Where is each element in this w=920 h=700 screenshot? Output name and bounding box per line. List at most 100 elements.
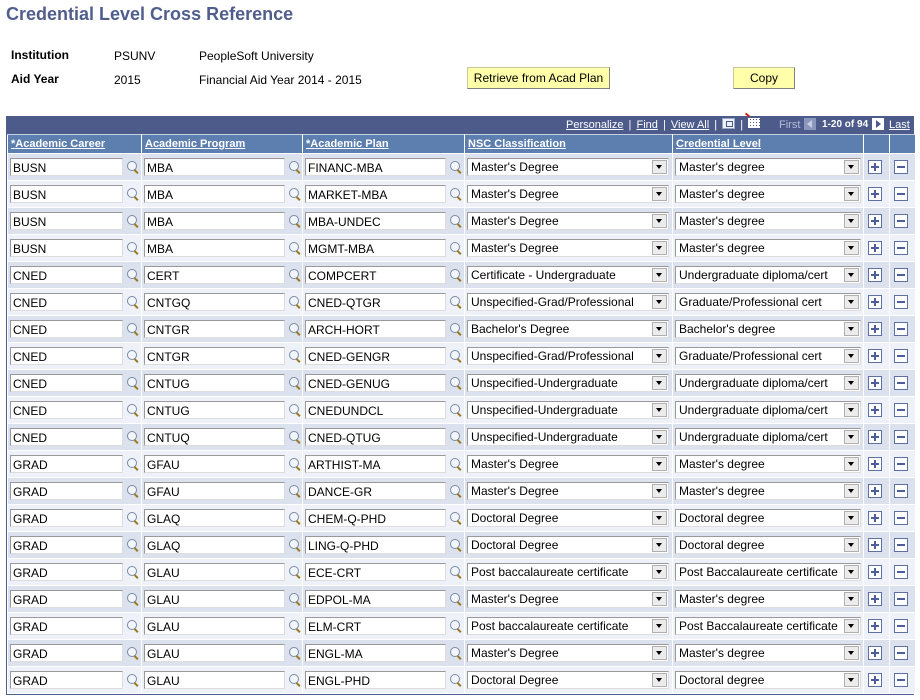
add-row-plus-icon[interactable] [868,403,882,418]
add-row-plus-icon[interactable] [868,565,882,580]
nsc-classification-select[interactable]: Doctoral Degree [467,671,669,689]
academic-plan-input[interactable]: LING-Q-PHD [305,536,446,554]
academic-plan-lookup-icon[interactable] [449,349,464,364]
add-row-plus-icon[interactable] [868,268,882,283]
delete-row-minus-icon[interactable] [894,349,908,364]
credential-level-select[interactable]: Undergraduate diploma/cert [675,374,861,392]
dropdown-arrow-icon[interactable] [844,322,859,336]
dropdown-arrow-icon[interactable] [652,322,667,336]
credential-level-select[interactable]: Doctoral degree [675,536,861,554]
academic-program-lookup-icon[interactable] [288,349,303,364]
nsc-classification-select[interactable]: Unspecified-Grad/Professional [467,293,669,311]
academic-program-input[interactable]: GFAU [144,482,285,500]
academic-program-lookup-icon[interactable] [288,214,303,229]
academic-program-lookup-icon[interactable] [288,403,303,418]
dropdown-arrow-icon[interactable] [652,214,667,228]
academic-program-input[interactable]: CERT [144,266,285,284]
delete-row-minus-icon[interactable] [894,241,908,256]
dropdown-arrow-icon[interactable] [652,538,667,552]
academic-career-input[interactable]: CNED [10,347,123,365]
credential-level-select[interactable]: Master's degree [675,239,861,257]
academic-program-input[interactable]: MBA [144,158,285,176]
academic-career-lookup-icon[interactable] [126,241,141,256]
add-row-plus-icon[interactable] [868,187,882,202]
academic-career-lookup-icon[interactable] [126,619,141,634]
col-header-academic-program[interactable]: Academic Program [141,134,303,154]
credential-level-select[interactable]: Graduate/Professional cert [675,293,861,311]
academic-plan-lookup-icon[interactable] [449,484,464,499]
nsc-classification-select[interactable]: Unspecified-Undergraduate [467,374,669,392]
academic-program-lookup-icon[interactable] [288,673,303,688]
academic-career-input[interactable]: CNED [10,401,123,419]
academic-program-lookup-icon[interactable] [288,322,303,337]
academic-career-lookup-icon[interactable] [126,646,141,661]
dropdown-arrow-icon[interactable] [652,646,667,660]
dropdown-arrow-icon[interactable] [652,295,667,309]
academic-plan-input[interactable]: CHEM-Q-PHD [305,509,446,527]
academic-career-lookup-icon[interactable] [126,538,141,553]
academic-program-lookup-icon[interactable] [288,619,303,634]
academic-program-lookup-icon[interactable] [288,511,303,526]
academic-career-lookup-icon[interactable] [126,376,141,391]
dropdown-arrow-icon[interactable] [652,673,667,687]
academic-program-input[interactable]: GLAU [144,644,285,662]
academic-plan-sort-link[interactable]: *Academic Plan [306,138,389,150]
academic-career-input[interactable]: BUSN [10,212,123,230]
nsc-classification-select[interactable]: Master's Degree [467,185,669,203]
academic-plan-lookup-icon[interactable] [449,160,464,175]
academic-plan-input[interactable]: MGMT-MBA [305,239,446,257]
academic-career-lookup-icon[interactable] [126,349,141,364]
add-row-plus-icon[interactable] [868,376,882,391]
academic-plan-input[interactable]: COMPCERT [305,266,446,284]
dropdown-arrow-icon[interactable] [652,484,667,498]
view-all-link[interactable]: View All [671,119,709,131]
dropdown-arrow-icon[interactable] [652,268,667,282]
dropdown-arrow-icon[interactable] [652,160,667,174]
credential-level-select[interactable]: Master's degree [675,644,861,662]
academic-program-input[interactable]: CNTGR [144,320,285,338]
academic-plan-input[interactable]: ARTHIST-MA [305,455,446,473]
academic-program-input[interactable]: CNTUG [144,401,285,419]
academic-plan-input[interactable]: CNED-QTGR [305,293,446,311]
credential-level-sort-link[interactable]: Credential Level [676,138,761,150]
academic-plan-input[interactable]: MBA-UNDEC [305,212,446,230]
dropdown-arrow-icon[interactable] [844,376,859,390]
dropdown-arrow-icon[interactable] [652,511,667,525]
academic-career-input[interactable]: GRAD [10,563,123,581]
academic-plan-input[interactable]: ENGL-PHD [305,671,446,689]
delete-row-minus-icon[interactable] [894,322,908,337]
delete-row-minus-icon[interactable] [894,403,908,418]
academic-career-input[interactable]: GRAD [10,617,123,635]
nsc-classification-select[interactable]: Master's Degree [467,590,669,608]
academic-career-input[interactable]: GRAD [10,482,123,500]
academic-career-input[interactable]: GRAD [10,509,123,527]
delete-row-minus-icon[interactable] [894,646,908,661]
academic-career-sort-link[interactable]: *Academic Career [11,138,105,150]
dropdown-arrow-icon[interactable] [844,538,859,552]
nsc-classification-select[interactable]: Bachelor's Degree [467,320,669,338]
credential-level-select[interactable]: Master's degree [675,158,861,176]
academic-career-lookup-icon[interactable] [126,295,141,310]
nsc-classification-select[interactable]: Master's Degree [467,158,669,176]
academic-career-input[interactable]: GRAD [10,536,123,554]
add-row-plus-icon[interactable] [868,322,882,337]
dropdown-arrow-icon[interactable] [844,295,859,309]
academic-career-input[interactable]: CNED [10,266,123,284]
dropdown-arrow-icon[interactable] [844,214,859,228]
dropdown-arrow-icon[interactable] [844,241,859,255]
credential-level-select[interactable]: Master's degree [675,212,861,230]
dropdown-arrow-icon[interactable] [844,430,859,444]
add-row-plus-icon[interactable] [868,646,882,661]
academic-plan-lookup-icon[interactable] [449,403,464,418]
academic-plan-input[interactable]: ECE-CRT [305,563,446,581]
academic-career-lookup-icon[interactable] [126,160,141,175]
delete-row-minus-icon[interactable] [894,295,908,310]
dropdown-arrow-icon[interactable] [844,160,859,174]
academic-program-lookup-icon[interactable] [288,646,303,661]
academic-career-lookup-icon[interactable] [126,511,141,526]
add-row-plus-icon[interactable] [868,295,882,310]
nsc-classification-sort-link[interactable]: NSC Classification [468,138,566,150]
dropdown-arrow-icon[interactable] [844,565,859,579]
credential-level-select[interactable]: Master's degree [675,185,861,203]
academic-program-input[interactable]: CNTGQ [144,293,285,311]
